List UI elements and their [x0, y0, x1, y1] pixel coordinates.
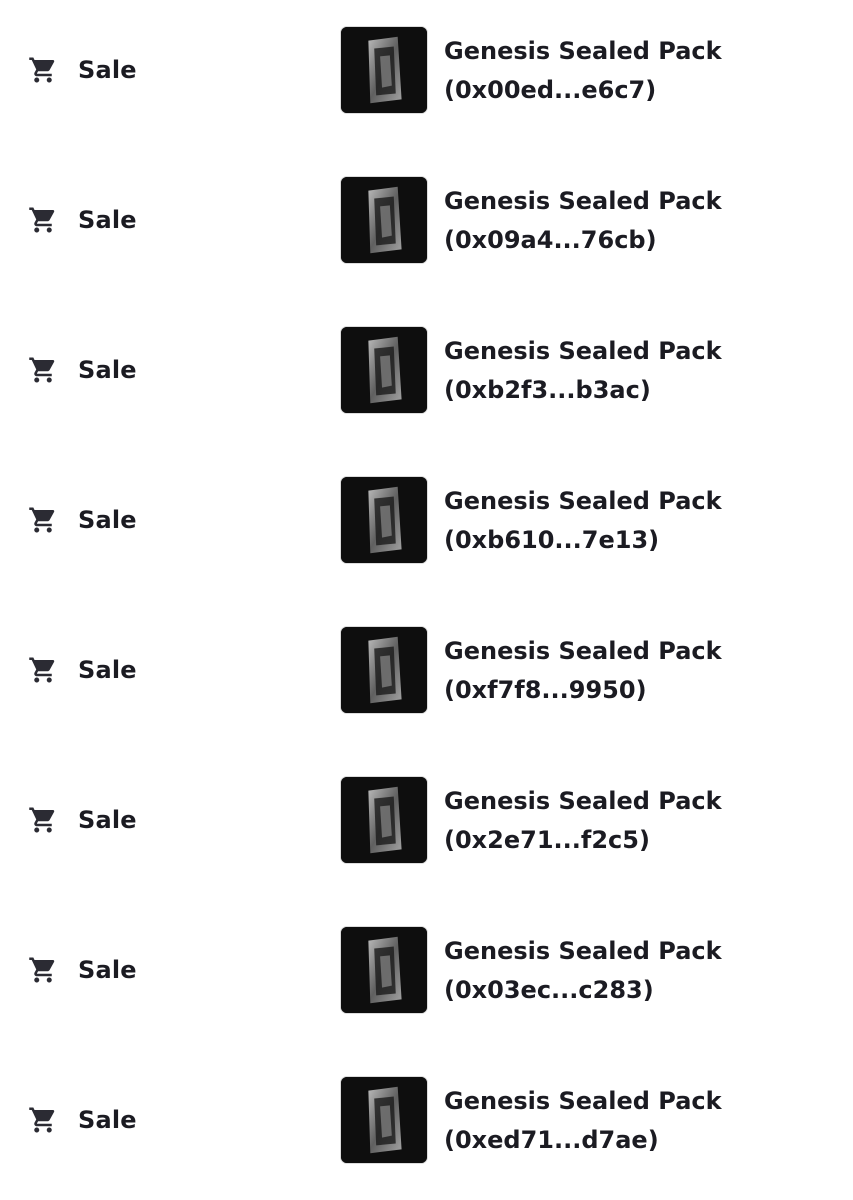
event-label: Sale — [78, 656, 137, 684]
activity-row: Sale Genesis Sealed Pack (0x — [0, 300, 853, 450]
item-thumbnail[interactable] — [340, 326, 428, 414]
item-link[interactable]: Genesis Sealed Pack (0xb2f3...b3ac) — [340, 326, 744, 414]
item-token-id: (0x03ec...c283) — [444, 976, 654, 1004]
activity-list: Sale Genesis Sealed Pack (0x00ed...e6c7)… — [0, 0, 853, 1200]
item-token-id: (0xed71...d7ae) — [444, 1126, 659, 1154]
event-label: Sale — [78, 506, 137, 534]
activity-row: Sale Genesis Sealed Pack (0x — [0, 600, 853, 750]
item-token-id: (0x2e71...f2c5) — [444, 826, 650, 854]
item-link[interactable]: Genesis Sealed Pack (0x00ed...e6c7) — [340, 26, 744, 114]
activity-row: Sale Genesis Sealed Pack (0x — [0, 750, 853, 900]
item-title[interactable]: Genesis Sealed Pack (0x03ec...c283) — [444, 932, 744, 1010]
event-label: Sale — [78, 1106, 137, 1134]
activity-row: Sale Genesis Sealed Pack (0x — [0, 900, 853, 1050]
item-title[interactable]: Genesis Sealed Pack (0x00ed...e6c7) — [444, 32, 744, 110]
item-name: Genesis Sealed Pack — [444, 37, 722, 65]
item-title[interactable]: Genesis Sealed Pack (0xf7f8...9950) — [444, 632, 744, 710]
item-name: Genesis Sealed Pack — [444, 1087, 722, 1115]
activity-row: Sale Genesis Sealed Pack (0x — [0, 450, 853, 600]
event-type: Sale — [28, 952, 137, 988]
item-title[interactable]: Genesis Sealed Pack (0x09a4...76cb) — [444, 182, 744, 260]
item-title[interactable]: Genesis Sealed Pack (0x2e71...f2c5) — [444, 782, 744, 860]
event-label: Sale — [78, 806, 137, 834]
item-name: Genesis Sealed Pack — [444, 187, 722, 215]
item-link[interactable]: Genesis Sealed Pack (0x03ec...c283) — [340, 926, 744, 1014]
item-token-id: (0xf7f8...9950) — [444, 676, 647, 704]
cart-icon — [28, 805, 58, 835]
event-label: Sale — [78, 956, 137, 984]
event-label: Sale — [78, 56, 137, 84]
cart-icon — [28, 955, 58, 985]
item-thumbnail[interactable] — [340, 176, 428, 264]
item-name: Genesis Sealed Pack — [444, 487, 722, 515]
event-type: Sale — [28, 202, 137, 238]
cart-icon — [28, 205, 58, 235]
cart-icon — [28, 1105, 58, 1135]
event-label: Sale — [78, 356, 137, 384]
item-name: Genesis Sealed Pack — [444, 937, 722, 965]
item-title[interactable]: Genesis Sealed Pack (0xb2f3...b3ac) — [444, 332, 744, 410]
event-type: Sale — [28, 1102, 137, 1138]
event-type: Sale — [28, 352, 137, 388]
activity-row: Sale Genesis Sealed Pack (0x — [0, 0, 853, 150]
item-title[interactable]: Genesis Sealed Pack (0xb610...7e13) — [444, 482, 744, 560]
item-thumbnail[interactable] — [340, 776, 428, 864]
cart-icon — [28, 505, 58, 535]
item-name: Genesis Sealed Pack — [444, 337, 722, 365]
event-label: Sale — [78, 206, 137, 234]
cart-icon — [28, 355, 58, 385]
item-name: Genesis Sealed Pack — [444, 637, 722, 665]
item-token-id: (0xb2f3...b3ac) — [444, 376, 651, 404]
item-link[interactable]: Genesis Sealed Pack (0xf7f8...9950) — [340, 626, 744, 714]
item-name: Genesis Sealed Pack — [444, 787, 722, 815]
item-link[interactable]: Genesis Sealed Pack (0x2e71...f2c5) — [340, 776, 744, 864]
item-thumbnail[interactable] — [340, 1076, 428, 1164]
item-link[interactable]: Genesis Sealed Pack (0x09a4...76cb) — [340, 176, 744, 264]
item-token-id: (0x09a4...76cb) — [444, 226, 657, 254]
activity-row: Sale Genesis Sealed Pack (0x — [0, 150, 853, 300]
item-thumbnail[interactable] — [340, 476, 428, 564]
cart-icon — [28, 55, 58, 85]
item-link[interactable]: Genesis Sealed Pack (0xed71...d7ae) — [340, 1076, 744, 1164]
item-thumbnail[interactable] — [340, 626, 428, 714]
item-thumbnail[interactable] — [340, 26, 428, 114]
item-thumbnail[interactable] — [340, 926, 428, 1014]
item-token-id: (0x00ed...e6c7) — [444, 76, 657, 104]
cart-icon — [28, 655, 58, 685]
item-title[interactable]: Genesis Sealed Pack (0xed71...d7ae) — [444, 1082, 744, 1160]
event-type: Sale — [28, 802, 137, 838]
event-type: Sale — [28, 502, 137, 538]
item-token-id: (0xb610...7e13) — [444, 526, 660, 554]
event-type: Sale — [28, 52, 137, 88]
item-link[interactable]: Genesis Sealed Pack (0xb610...7e13) — [340, 476, 744, 564]
event-type: Sale — [28, 652, 137, 688]
activity-row: Sale Genesis Sealed Pack (0x — [0, 1050, 853, 1200]
